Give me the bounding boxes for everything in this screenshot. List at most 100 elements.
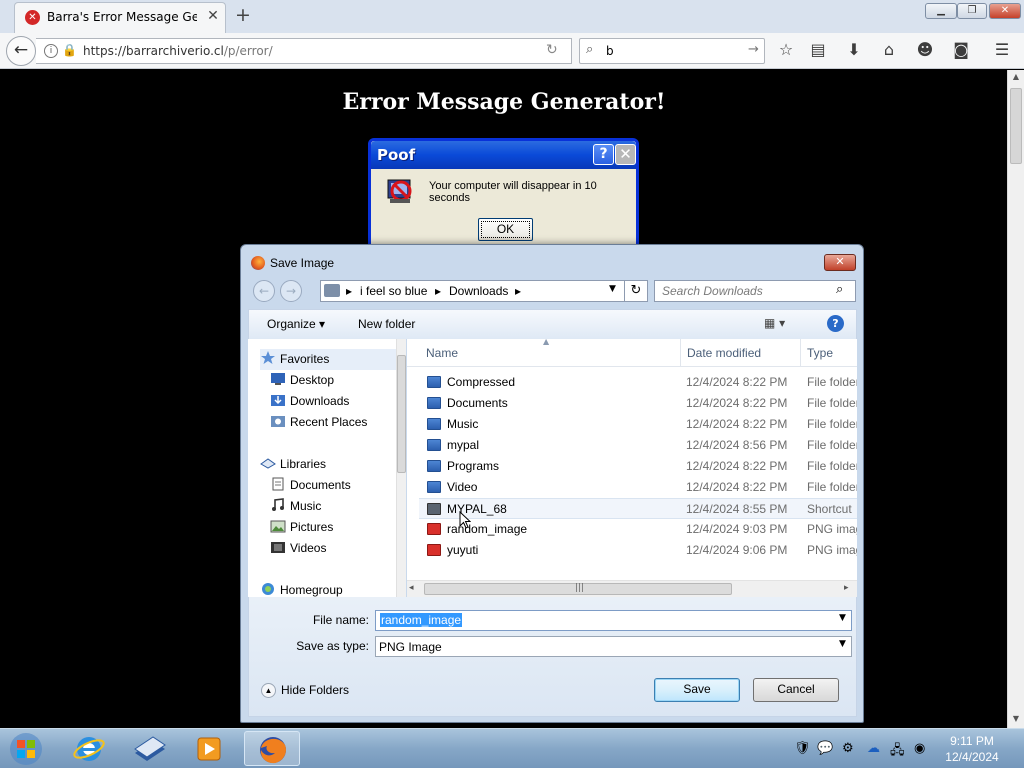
site-info-icon[interactable]: i: [44, 44, 58, 58]
file-list: Name ▲ Date modified Type Compressed 12/4…: [407, 339, 857, 597]
scroll-up-icon[interactable]: ▲: [1008, 72, 1024, 81]
scroll-right-icon[interactable]: ▸: [844, 583, 849, 593]
file-row[interactable]: MYPAL_68 12/4/2024 8:55 PM Shortcut: [419, 498, 857, 519]
reload-icon[interactable]: ↻: [546, 42, 558, 58]
firefox-taskbar-button[interactable]: [244, 731, 300, 766]
search-input[interactable]: b: [606, 44, 614, 58]
file-row[interactable]: Video 12/4/2024 8:22 PM File folder: [419, 477, 857, 498]
tray-app-icon[interactable]: ⚙: [842, 741, 854, 756]
error-box-help-button[interactable]: ?: [593, 144, 614, 165]
new-folder-button[interactable]: New folder: [358, 317, 415, 331]
generated-error-box: Poof ? ✕ Your computer will disappear in…: [368, 138, 639, 248]
nav-item-music[interactable]: Music: [270, 496, 410, 517]
search-icon[interactable]: ⌕: [836, 282, 843, 297]
file-name-field[interactable]: random_image ▼: [375, 610, 852, 631]
hello-smiley-icon[interactable]: ☻: [913, 40, 937, 60]
file-row[interactable]: Documents 12/4/2024 8:22 PM File folder: [419, 393, 857, 414]
dropdown-arrow-icon[interactable]: ▼: [839, 613, 846, 623]
breadcrumb-user[interactable]: i feel so blue: [360, 284, 427, 298]
refresh-icon[interactable]: ↻: [624, 280, 648, 302]
nav-item-libraries[interactable]: Libraries: [260, 454, 400, 475]
folder-icon: [427, 481, 441, 493]
nav-item-desktop[interactable]: Desktop: [270, 370, 410, 391]
network-icon[interactable]: 🖧: [890, 741, 905, 763]
window-minimize-button[interactable]: ▁: [925, 3, 957, 19]
column-separator[interactable]: [680, 339, 681, 367]
security-shield-icon[interactable]: 🛡: [794, 741, 811, 756]
nav-item-documents[interactable]: Documents: [270, 475, 410, 496]
scrollbar-thumb[interactable]: [1010, 88, 1022, 164]
url-text[interactable]: https://barrarchiverio.cl/p/error/: [83, 44, 273, 58]
file-date: 12/4/2024 8:22 PM: [686, 417, 788, 431]
save-button[interactable]: Save: [654, 678, 740, 702]
bookmark-star-icon[interactable]: ☆: [774, 40, 798, 60]
search-go-icon[interactable]: →: [748, 42, 759, 57]
error-box-close-button[interactable]: ✕: [615, 144, 636, 165]
pocket-icon[interactable]: ◙: [949, 40, 973, 60]
menu-hamburger-icon[interactable]: ☰: [990, 40, 1014, 60]
breadcrumb-downloads[interactable]: Downloads: [449, 284, 508, 298]
cloud-icon[interactable]: ☁: [867, 741, 880, 756]
window-maximize-button[interactable]: ❐: [957, 3, 987, 19]
nav-item-pictures[interactable]: Pictures: [270, 517, 410, 538]
folder-search-input[interactable]: Search Downloads ⌕: [654, 280, 856, 302]
breadcrumb-separator-icon[interactable]: ▸: [435, 284, 441, 298]
scroll-down-icon[interactable]: ▼: [1008, 714, 1024, 723]
nav-scroll-thumb[interactable]: [397, 355, 406, 473]
error-box-ok-button[interactable]: OK: [478, 218, 533, 241]
window-close-button[interactable]: ✕: [989, 3, 1021, 19]
back-button[interactable]: ←: [6, 36, 36, 66]
file-row[interactable]: random_image12/4/2024 9:03 PMPNG image: [419, 519, 857, 540]
downloads-icon[interactable]: ⬇: [842, 40, 866, 60]
browser-tab[interactable]: ✕ Barra's Error Message Gene... ✕: [14, 2, 226, 33]
volume-icon[interactable]: ◉: [914, 741, 925, 756]
nav-item-recent-places[interactable]: Recent Places: [270, 412, 410, 433]
save-as-type-select[interactable]: PNG Image ▼: [375, 636, 852, 657]
horizontal-scrollbar[interactable]: ◂ ||| ▸: [407, 580, 857, 597]
breadcrumb-separator-icon[interactable]: ▸: [346, 284, 352, 298]
hide-folders-button[interactable]: ▲ Hide Folders: [261, 683, 349, 699]
organize-menu-button[interactable]: Organize ▾: [267, 317, 325, 331]
column-separator[interactable]: [800, 339, 801, 367]
dialog-back-button[interactable]: ←: [253, 280, 275, 302]
tab-close-icon[interactable]: ✕: [205, 8, 221, 24]
file-row[interactable]: Compressed 12/4/2024 8:22 PM File folder: [419, 372, 857, 393]
change-view-button[interactable]: ▦ ▾: [764, 316, 785, 330]
nav-item-favorites[interactable]: Favorites: [260, 349, 400, 370]
column-name-header[interactable]: Name: [426, 346, 458, 360]
horizontal-scroll-thumb[interactable]: |||: [424, 583, 732, 595]
start-button[interactable]: [6, 731, 46, 767]
nav-item-videos[interactable]: Videos: [270, 538, 410, 559]
internet-explorer-icon[interactable]: [61, 731, 117, 766]
page-scrollbar[interactable]: ▲ ▼: [1007, 70, 1024, 728]
column-date-header[interactable]: Date modified: [687, 346, 761, 360]
dialog-close-button[interactable]: ✕: [824, 254, 856, 271]
file-row[interactable]: Programs 12/4/2024 8:22 PM File folder: [419, 456, 857, 477]
nav-pane-scrollbar[interactable]: [396, 339, 406, 597]
help-icon[interactable]: ?: [827, 315, 844, 332]
file-name: Compressed: [447, 375, 516, 389]
address-dropdown-icon[interactable]: ▼: [609, 284, 616, 294]
home-icon[interactable]: ⌂: [877, 40, 901, 60]
url-bar[interactable]: i 🔒 https://barrarchiverio.cl/p/error/ ↻: [36, 38, 572, 64]
file-date: 12/4/2024 8:55 PM: [686, 502, 788, 516]
new-tab-button[interactable]: +: [234, 5, 252, 25]
folder-address-bar[interactable]: ▸ i feel so blue ▸ Downloads ▸ ▼: [320, 280, 647, 302]
file-row[interactable]: yuyuti 12/4/2024 9:06 PM PNG image: [419, 540, 857, 561]
system-clock[interactable]: 9:11 PM 12/4/2024: [940, 733, 1004, 765]
file-name-value[interactable]: random_image: [380, 613, 463, 627]
action-center-icon[interactable]: 💬: [817, 741, 833, 756]
file-row[interactable]: mypal 12/4/2024 8:56 PM File folder: [419, 435, 857, 456]
libraries-explorer-icon[interactable]: [121, 731, 177, 766]
search-bar[interactable]: ⌕ b →: [579, 38, 765, 64]
scroll-left-icon[interactable]: ◂: [409, 583, 414, 593]
cancel-button[interactable]: Cancel: [753, 678, 839, 702]
dropdown-arrow-icon[interactable]: ▼: [839, 639, 846, 649]
file-row[interactable]: Music 12/4/2024 8:22 PM File folder: [419, 414, 857, 435]
column-type-header[interactable]: Type: [807, 346, 833, 360]
bookmarks-list-icon[interactable]: ▤: [806, 40, 830, 60]
media-player-icon[interactable]: [181, 731, 237, 766]
dialog-forward-button[interactable]: →: [280, 280, 302, 302]
nav-item-downloads[interactable]: Downloads: [270, 391, 410, 412]
breadcrumb-separator-icon[interactable]: ▸: [515, 284, 521, 298]
